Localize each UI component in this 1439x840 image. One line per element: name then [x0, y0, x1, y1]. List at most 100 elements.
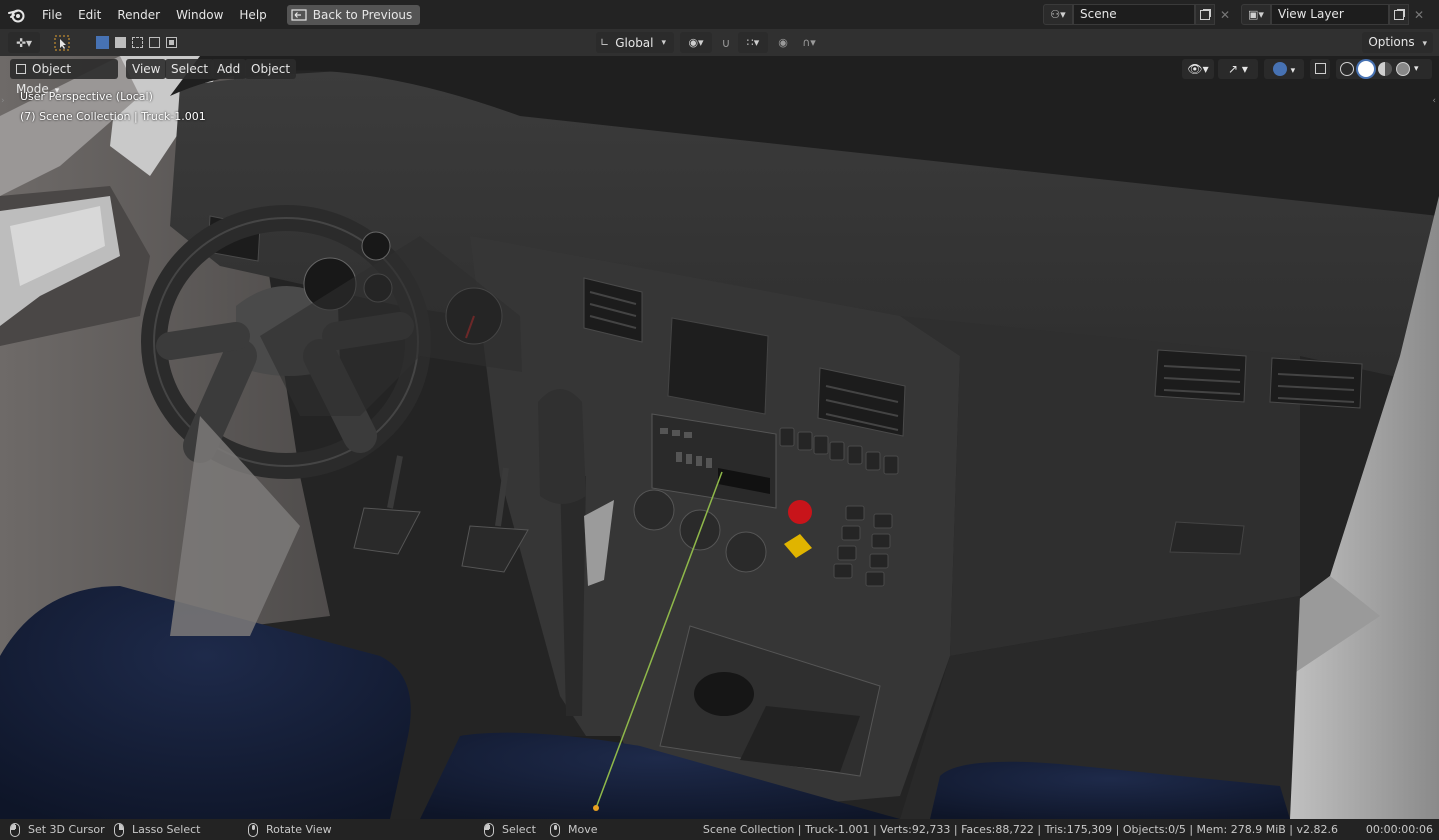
shading-mode-group: ▾ — [1336, 59, 1432, 79]
select-tool-button[interactable] — [50, 32, 74, 53]
scene-selector: ⚇▾ Scene ✕ — [1043, 4, 1235, 25]
duplicate-icon — [1200, 9, 1210, 20]
mouse-left-icon — [10, 822, 20, 837]
transform-orientation-dropdown[interactable]: ∟ Global ▾ — [596, 32, 674, 53]
toolbar-expand-icon[interactable]: › — [1, 96, 5, 106]
visibility-dropdown[interactable]: 👁▾ — [1182, 59, 1214, 79]
lasso-select-hint: Lasso Select — [132, 823, 201, 836]
duplicate-icon — [1394, 9, 1404, 20]
pivot-point-dropdown[interactable]: ◉▾ — [680, 32, 712, 53]
view-layer-icon: ▣▾ — [1248, 8, 1264, 21]
back-to-previous-button[interactable]: Back to Previous — [286, 4, 421, 25]
status-lasso: Lasso Select — [114, 819, 201, 840]
scene-icon: ⚇▾ — [1050, 8, 1066, 21]
status-move: Move — [550, 819, 598, 840]
xray-icon — [1314, 63, 1326, 74]
chevron-down-icon: ▾ — [1290, 66, 1296, 76]
back-to-previous-label: Back to Previous — [312, 7, 413, 22]
view-perspective-label: User Perspective (Local) — [20, 90, 153, 103]
chevron-down-icon[interactable]: ▾ — [1414, 59, 1419, 79]
menu-help[interactable]: Help — [231, 4, 274, 26]
pivot-icon: ◉▾ — [688, 36, 704, 49]
view-layer-browse-button[interactable]: ▣▾ — [1241, 4, 1271, 25]
gizmo-dropdown[interactable]: ↗ ▾ — [1218, 59, 1258, 79]
sidebar-expand-icon[interactable]: ‹ — [1432, 96, 1436, 106]
proportional-edit-toggle[interactable]: ◉ — [774, 32, 792, 53]
selection-mode-group — [88, 32, 184, 53]
close-icon: ✕ — [1413, 7, 1425, 22]
cursor-select-icon — [54, 35, 70, 50]
mouse-left-icon — [484, 822, 494, 837]
menu-edit[interactable]: Edit — [70, 4, 109, 26]
set-3d-cursor-hint: Set 3D Cursor — [28, 823, 105, 836]
eye-icon: 👁▾ — [1187, 62, 1209, 76]
view-layer-selector: ▣▾ View Layer ✕ — [1241, 4, 1429, 25]
new-view-layer-button[interactable] — [1389, 4, 1409, 25]
select-intersect-icon[interactable] — [165, 37, 177, 48]
chevron-down-icon: ▾ — [1422, 39, 1427, 49]
object-mode-icon — [16, 64, 26, 74]
menu-render[interactable]: Render — [109, 4, 168, 26]
scene-statistics: Scene Collection | Truck-1.001 | Verts:9… — [702, 823, 1338, 836]
close-icon: ✕ — [1219, 7, 1231, 22]
menu-file[interactable]: File — [34, 4, 70, 26]
scene-name-field[interactable]: Scene — [1073, 4, 1195, 25]
snap-grid-icon: ∷▾ — [746, 36, 760, 49]
select-invert-icon[interactable] — [148, 37, 160, 48]
options-label: Options — [1368, 35, 1415, 49]
rendered-shading-icon[interactable] — [1396, 62, 1410, 76]
viewport-header: Object Mode ▾ View Select Add Object 👁▾ ↗… — [0, 56, 1439, 96]
tool-header: ✜▾ ∟ Global ▾ ◉▾ ∪ ∷▾ ◉ ∩▾ Options ▾ — [0, 29, 1439, 56]
screen-back-icon — [291, 8, 307, 21]
chevron-down-icon: ▾ — [661, 37, 667, 48]
axis-gizmo-icon: ✜▾ — [15, 35, 33, 50]
viewport-menu-add[interactable]: Add — [211, 59, 247, 79]
move-hint: Move — [568, 823, 598, 836]
mouse-right-icon — [114, 822, 124, 837]
material-shading-icon[interactable] — [1378, 62, 1392, 76]
delete-view-layer-button[interactable]: ✕ — [1409, 4, 1429, 25]
scene-browse-button[interactable]: ⚇▾ — [1043, 4, 1073, 25]
snap-toggle[interactable]: ∪ — [716, 32, 736, 53]
3d-viewport[interactable]: Object Mode ▾ View Select Add Object 👁▾ ↗… — [0, 56, 1439, 819]
view-layer-name-field[interactable]: View Layer — [1271, 4, 1389, 25]
blender-logo-icon[interactable] — [0, 0, 34, 29]
viewport-menu-object[interactable]: Object — [245, 59, 297, 79]
wireframe-shading-icon[interactable] — [1340, 62, 1354, 76]
select-new-icon[interactable] — [95, 36, 109, 49]
select-hint: Select — [502, 823, 536, 836]
solid-shading-icon[interactable] — [1358, 61, 1374, 77]
orientation-icon: ∟ — [600, 36, 610, 49]
transform-orientation-label: Global — [615, 35, 654, 50]
proportional-falloff-dropdown[interactable]: ∩▾ — [794, 32, 824, 53]
snap-element-dropdown[interactable]: ∷▾ — [738, 32, 768, 53]
viewport-menu-select[interactable]: Select — [165, 59, 215, 79]
overlays-icon — [1272, 62, 1287, 76]
overlays-dropdown[interactable]: ▾ — [1264, 59, 1304, 79]
status-bar: Set 3D Cursor Lasso Select Rotate View S… — [0, 819, 1439, 840]
truck-cab-render — [0, 56, 1439, 819]
status-rotate: Rotate View — [248, 819, 332, 840]
editor-type-button[interactable]: ✜▾ — [8, 32, 40, 53]
select-subtract-icon[interactable] — [131, 37, 143, 48]
options-dropdown[interactable]: Options ▾ — [1362, 32, 1433, 53]
mouse-drag-icon — [550, 822, 560, 837]
object-mode-dropdown[interactable]: Object Mode ▾ — [10, 59, 118, 96]
playback-time: 00:00:00:06 — [1365, 823, 1433, 836]
xray-toggle[interactable] — [1310, 59, 1330, 79]
falloff-curve-icon: ∩▾ — [802, 36, 816, 49]
gizmo-icon: ↗ ▾ — [1228, 62, 1248, 76]
active-object-label: (7) Scene Collection | Truck-1.001 — [20, 110, 206, 123]
new-scene-button[interactable] — [1195, 4, 1215, 25]
status-set-cursor: Set 3D Cursor — [10, 819, 105, 840]
viewport-menu-view[interactable]: View — [126, 59, 167, 79]
rotate-view-hint: Rotate View — [266, 823, 332, 836]
proportional-edit-icon: ◉ — [778, 36, 788, 49]
top-menu-bar: File Edit Render Window Help Back to Pre… — [0, 0, 1439, 29]
delete-scene-button[interactable]: ✕ — [1215, 4, 1235, 25]
menu-window[interactable]: Window — [168, 4, 231, 26]
select-extend-icon[interactable] — [114, 37, 126, 48]
mouse-middle-icon — [248, 822, 258, 837]
status-select: Select — [484, 819, 536, 840]
magnet-icon: ∪ — [721, 35, 731, 50]
